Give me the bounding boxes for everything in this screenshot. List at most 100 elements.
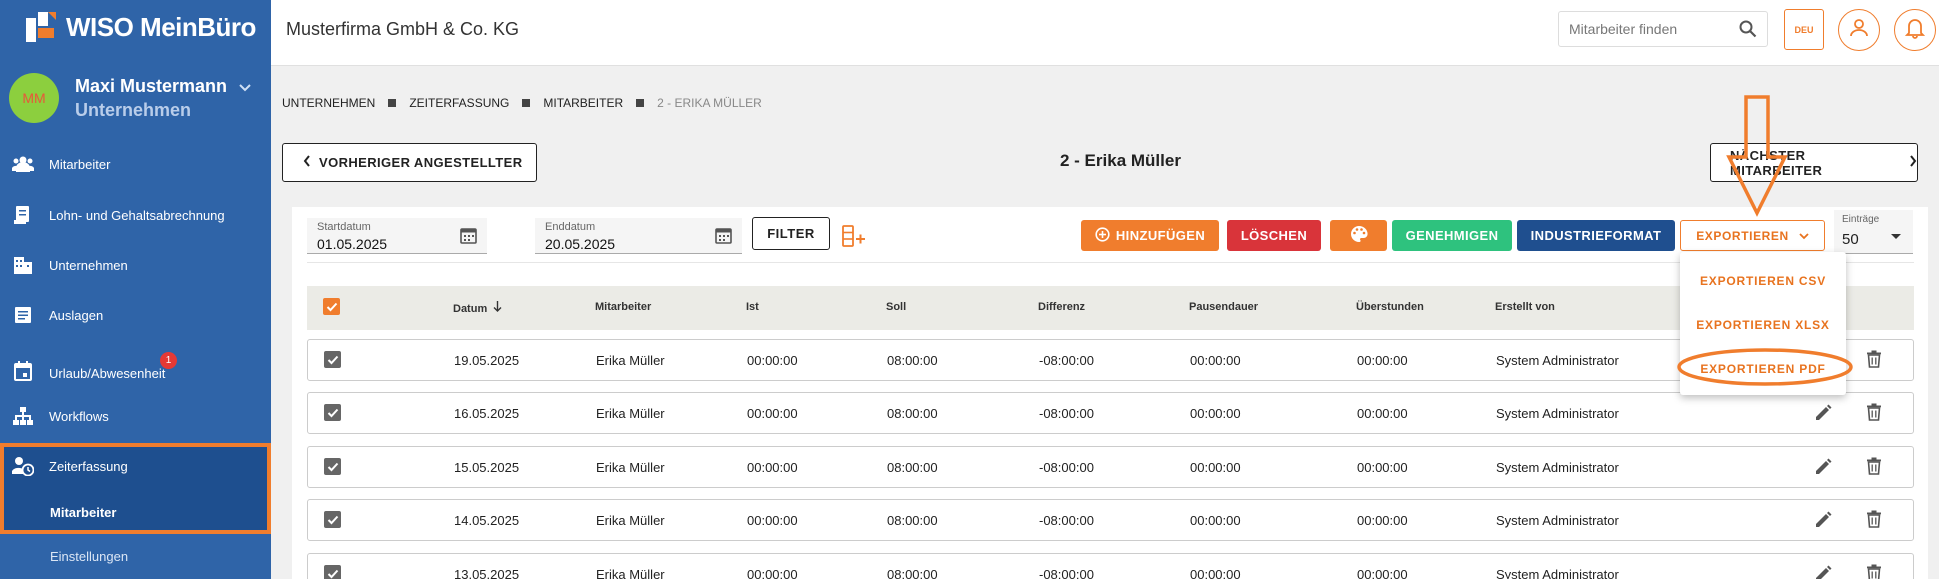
cell-mitarbeiter: Erika Müller [596,567,665,579]
column-header-ist[interactable]: Ist [746,301,759,313]
filter-button[interactable]: FILTER [752,217,830,250]
column-header-mitarbeiter[interactable]: Mitarbeiter [595,301,651,313]
trash-icon[interactable] [1866,564,1882,579]
cell-ist: 00:00:00 [747,460,798,475]
table-row[interactable]: 13.05.2025 Erika Müller 00:00:00 08:00:00 -0… [307,553,1914,579]
column-header-datum[interactable]: Datum [453,301,502,315]
add-button[interactable]: HINZUFÜGEN [1081,220,1219,251]
receipt-icon [12,304,34,326]
trash-icon[interactable] [1866,457,1882,480]
cell-soll: 08:00:00 [887,353,938,368]
cell-pausendauer: 00:00:00 [1190,353,1241,368]
table-row[interactable]: 19.05.2025 Erika Müller 00:00:00 08:00:00 -0… [307,339,1914,381]
cell-erstellt-von: System Administrator [1496,567,1619,579]
row-checkbox[interactable] [324,351,341,368]
breadcrumb-item[interactable]: UNTERNEHMEN [282,96,375,110]
cell-mitarbeiter: Erika Müller [596,406,665,421]
sidebar-item-urlaub[interactable]: Urlaub/Abwesenheit [0,351,271,391]
row-checkbox[interactable] [324,458,341,475]
language-selector[interactable]: DEU [1784,9,1824,50]
row-checkbox[interactable] [324,404,341,421]
approve-button[interactable]: GENEHMIGEN [1392,220,1512,251]
chevron-right-icon [1909,155,1917,170]
cell-differenz: -08:00:00 [1039,513,1094,528]
export-button[interactable]: EXPORTIEREN [1680,220,1825,251]
row-checkbox[interactable] [324,511,341,528]
notifications-button[interactable] [1894,9,1936,51]
start-date-value: 01.05.2025 [317,236,388,252]
bell-icon [1904,17,1926,44]
chevron-left-icon [303,155,311,170]
select-all-checkbox[interactable] [323,298,340,315]
sidebar-item-lohn[interactable]: Lohn- und Gehaltsabrechnung [0,195,271,235]
cell-ist: 00:00:00 [747,353,798,368]
export-csv-option[interactable]: EXPORTIEREN CSV [1680,274,1846,288]
cell-pausendauer: 00:00:00 [1190,406,1241,421]
sidebar-subitem-mitarbeiter[interactable]: Mitarbeiter [50,505,116,520]
color-settings-button[interactable] [1330,220,1387,251]
edit-icon[interactable] [1814,404,1832,427]
edit-icon[interactable] [1814,458,1832,481]
end-date-value: 20.05.2025 [545,236,616,252]
search-input[interactable] [1569,21,1729,37]
sidebar-subitem-einstellungen[interactable]: Einstellungen [50,549,128,564]
column-header-pausendauer[interactable]: Pausendauer [1189,301,1258,313]
employee-title: 2 - Erika Müller [1060,151,1181,170]
row-checkbox[interactable] [324,565,341,579]
cell-mitarbeiter: Erika Müller [596,353,665,368]
add-label: HINZUFÜGEN [1115,228,1206,243]
breadcrumb-item[interactable]: ZEITERFASSUNG [409,96,509,110]
column-header-erstellt-von[interactable]: Erstellt von [1495,301,1555,313]
cell-differenz: -08:00:00 [1039,567,1094,579]
trash-icon[interactable] [1866,403,1882,426]
profile-button[interactable] [1838,9,1880,51]
sidebar-item-workflows[interactable]: Workflows [0,396,271,436]
end-date-field[interactable]: Enddatum 20.05.2025 [535,218,742,254]
start-date-field[interactable]: Startdatum 01.05.2025 [307,218,487,254]
building-icon [12,254,34,276]
company-name: Musterfirma GmbH & Co. KG [286,19,520,39]
edit-icon[interactable] [1814,565,1832,579]
trash-icon[interactable] [1866,350,1882,373]
breadcrumb-current: 2 - ERIKA MÜLLER [657,96,762,110]
column-settings-icon[interactable] [842,225,866,252]
table-row[interactable]: 14.05.2025 Erika Müller 00:00:00 08:00:00 -0… [307,499,1914,541]
previous-employee-button[interactable]: VORHERIGER ANGESTELLTER [282,143,537,182]
employee-search[interactable] [1558,11,1768,47]
cell-soll: 08:00:00 [887,513,938,528]
table-row[interactable]: 15.05.2025 Erika Müller 00:00:00 08:00:00 -0… [307,446,1914,488]
breadcrumb-separator [388,99,397,107]
sidebar-item-auslagen[interactable]: Auslagen [0,295,271,335]
palette-icon [1349,225,1369,246]
column-header-ueberstunden[interactable]: Überstunden [1356,301,1424,313]
column-header-differenz[interactable]: Differenz [1038,301,1085,313]
cell-datum: 13.05.2025 [454,567,520,579]
export-pdf-option[interactable]: EXPORTIEREN PDF [1680,362,1846,376]
next-employee-button[interactable]: NÄCHSTER MITARBEITER [1710,143,1918,182]
sidebar-item-label: Mitarbeiter [49,156,111,172]
logo-text: WISO MeinBüro [66,11,256,42]
trash-icon[interactable] [1866,510,1882,533]
table-row[interactable]: 16.05.2025 Erika Müller 00:00:00 08:00:00 -0… [307,392,1914,434]
calendar-icon[interactable] [460,226,477,249]
user-profile[interactable]: MM Maxi Mustermann Unternehmen [9,73,227,123]
calendar-icon[interactable] [715,226,732,249]
chevron-down-icon[interactable] [238,80,252,98]
app-logo[interactable]: WISO MeinBüro [24,10,256,44]
edit-icon[interactable] [1814,511,1832,534]
entries-per-page-select[interactable]: Einträge 50 [1834,210,1913,254]
delete-button[interactable]: LÖSCHEN [1227,220,1321,251]
breadcrumb-item[interactable]: MITARBEITER [543,96,623,110]
cell-datum: 14.05.2025 [454,513,520,528]
export-xlsx-option[interactable]: EXPORTIEREN XLSX [1680,318,1846,332]
avatar: MM [9,73,59,123]
sidebar-item-zeiterfassung[interactable]: Zeiterfassung [0,446,271,486]
next-employee-label: NÄCHSTER MITARBEITER [1730,147,1823,178]
industry-format-button[interactable]: INDUSTRIEFORMAT [1517,220,1675,251]
sidebar-item-mitarbeiter[interactable]: Mitarbeiter [0,144,271,184]
sidebar-item-unternehmen[interactable]: Unternehmen [0,245,271,285]
column-header-soll[interactable]: Soll [886,301,906,313]
search-icon[interactable] [1739,20,1757,43]
user-icon [1849,18,1869,43]
cell-ueberstunden: 00:00:00 [1357,513,1408,528]
